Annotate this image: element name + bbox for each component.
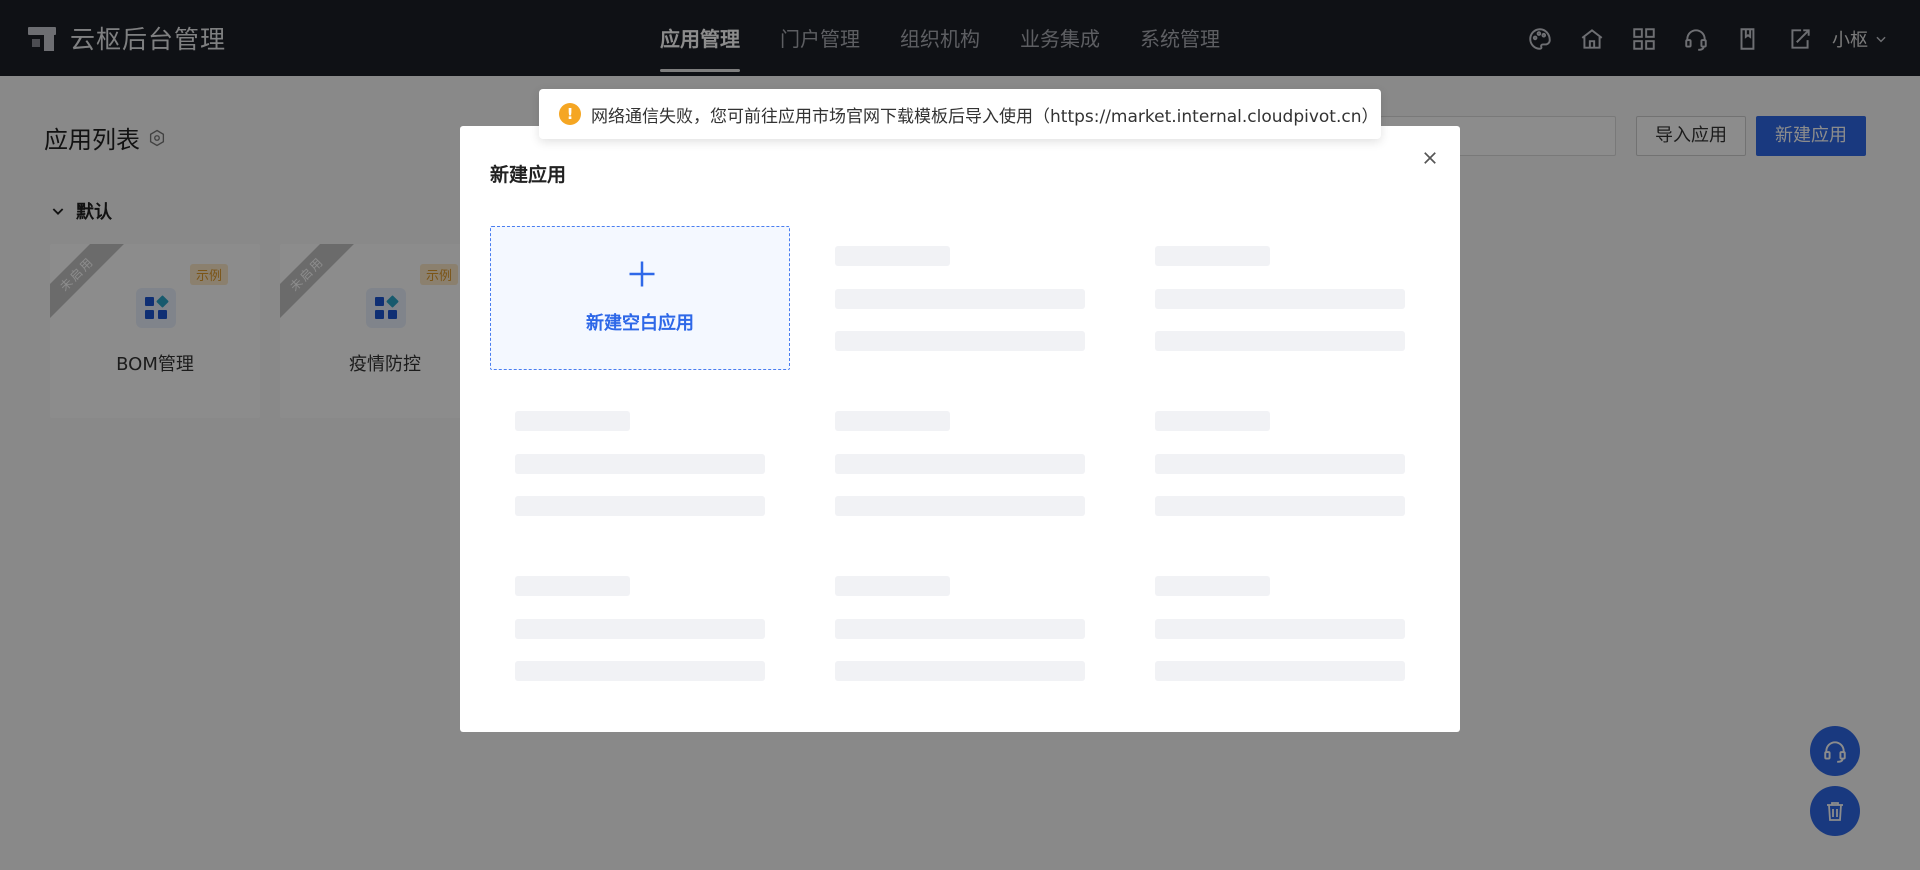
new-blank-app-card[interactable]: 新建空白应用 (490, 226, 790, 370)
new-blank-app-label: 新建空白应用 (586, 313, 694, 334)
close-button[interactable] (1418, 146, 1442, 170)
new-app-dialog: 新建应用 新建空白应用 (460, 126, 1460, 732)
warning-toast: ! 网络通信失败，您可前往应用市场官网下载模板后导入使用（https://mar… (539, 89, 1381, 139)
toast-message: 网络通信失败，您可前往应用市场官网下载模板后导入使用（https://marke… (591, 106, 1379, 127)
warning-icon: ! (559, 103, 581, 125)
plus-icon (629, 261, 655, 287)
close-icon (1424, 152, 1436, 164)
dialog-title: 新建应用 (490, 164, 567, 186)
